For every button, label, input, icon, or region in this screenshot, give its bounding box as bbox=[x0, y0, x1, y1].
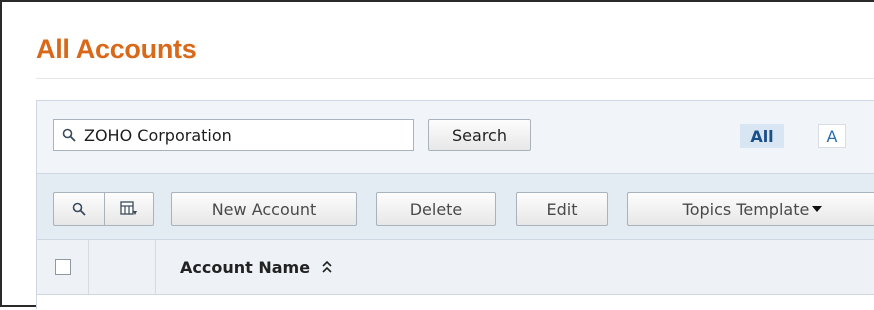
column-header-account-name[interactable]: Account Name bbox=[180, 240, 332, 294]
search-input[interactable] bbox=[84, 121, 404, 149]
table-header-spacer bbox=[89, 240, 156, 294]
column-chooser-button[interactable] bbox=[103, 193, 154, 225]
search-icon bbox=[62, 128, 76, 142]
title-divider bbox=[36, 78, 874, 79]
alpha-filter-a[interactable]: A bbox=[818, 124, 846, 148]
new-account-button[interactable]: New Account bbox=[171, 192, 357, 226]
table-body bbox=[37, 295, 874, 310]
caret-down-icon bbox=[812, 206, 823, 212]
main-window: All Accounts Search All A bbox=[0, 0, 874, 310]
toolbar: New Account Delete Edit Topics Template bbox=[37, 173, 874, 239]
table-header: Account Name bbox=[37, 239, 874, 295]
toolbar-search-button[interactable] bbox=[54, 193, 104, 225]
tool-icon-group bbox=[53, 192, 154, 226]
delete-button[interactable]: Delete bbox=[376, 192, 496, 226]
edit-button[interactable]: Edit bbox=[516, 192, 608, 226]
alpha-filter-all[interactable]: All bbox=[740, 124, 784, 148]
search-button[interactable]: Search bbox=[428, 119, 531, 151]
topics-template-label: Topics Template bbox=[682, 199, 810, 219]
column-header-label: Account Name bbox=[180, 257, 311, 277]
search-box[interactable] bbox=[53, 119, 414, 151]
search-row: Search All A bbox=[37, 101, 874, 173]
page-title: All Accounts bbox=[36, 34, 197, 64]
select-all-cell bbox=[37, 240, 89, 294]
search-icon bbox=[72, 202, 86, 216]
select-all-checkbox[interactable] bbox=[54, 259, 71, 275]
sort-toggle-icon[interactable] bbox=[322, 261, 332, 273]
topics-template-dropdown[interactable]: Topics Template bbox=[627, 192, 874, 226]
column-chooser-icon bbox=[120, 201, 137, 215]
accounts-panel: Search All A bbox=[36, 100, 874, 310]
